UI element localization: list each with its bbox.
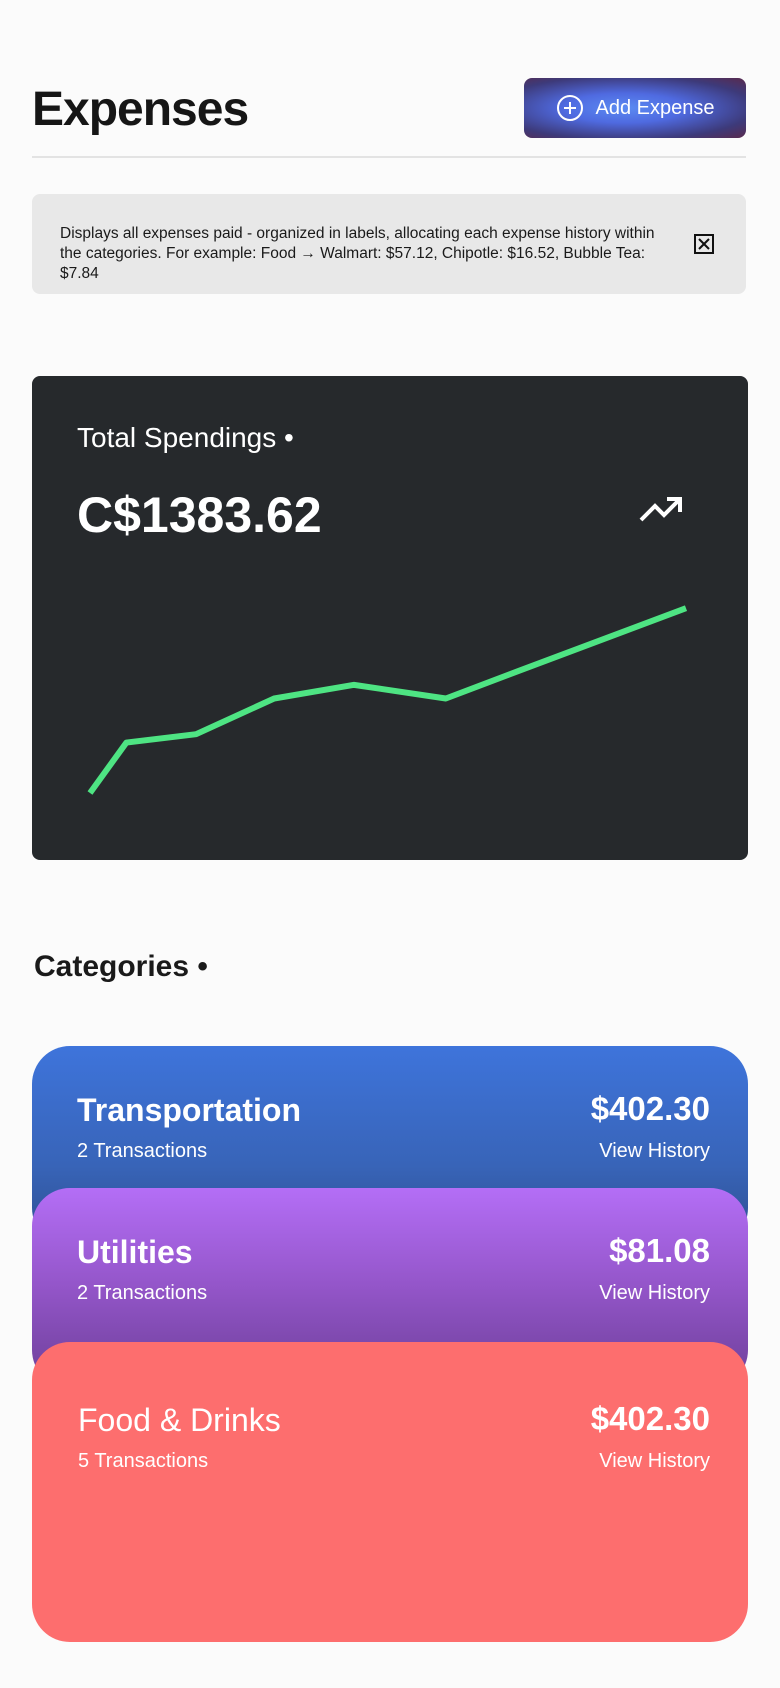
spending-line-chart [87, 605, 688, 795]
category-amount: $402.30 [590, 1400, 710, 1437]
category-name: Food & Drinks [78, 1402, 281, 1438]
category-amount: $402.30 [590, 1090, 710, 1127]
page-header: Expenses Add Expense [32, 70, 746, 158]
info-text: Displays all expenses paid - organized i… [60, 225, 655, 282]
spending-series-line [87, 605, 688, 795]
category-count: 2 Transactions [77, 1140, 208, 1162]
view-history-link[interactable]: View History [599, 1450, 710, 1473]
category-count: 2 Transactions [77, 1282, 208, 1304]
category-count: 5 Transactions [78, 1450, 209, 1472]
add-expense-label: Add Expense [595, 96, 715, 119]
categories-title: Categories • [34, 950, 208, 983]
add-expense-button[interactable]: Add Expense [524, 78, 746, 138]
view-history-link[interactable]: View History [599, 1282, 710, 1305]
plus-circle-icon [556, 95, 583, 121]
category-amount: $81.08 [609, 1232, 710, 1269]
view-history-link[interactable]: View History [599, 1140, 710, 1163]
category-card-food-drinks[interactable]: Food & Drinks 5 Transactions $402.30 Vie… [32, 1342, 748, 1642]
total-spendings-card: Total Spendings • C$1383.62 [32, 376, 748, 860]
info-banner: Displays all expenses paid - organized i… [32, 194, 746, 294]
close-box-icon[interactable] [694, 234, 714, 254]
page-title: Expenses [32, 83, 249, 136]
category-name: Transportation [77, 1092, 302, 1128]
category-name: Utilities [77, 1234, 193, 1270]
